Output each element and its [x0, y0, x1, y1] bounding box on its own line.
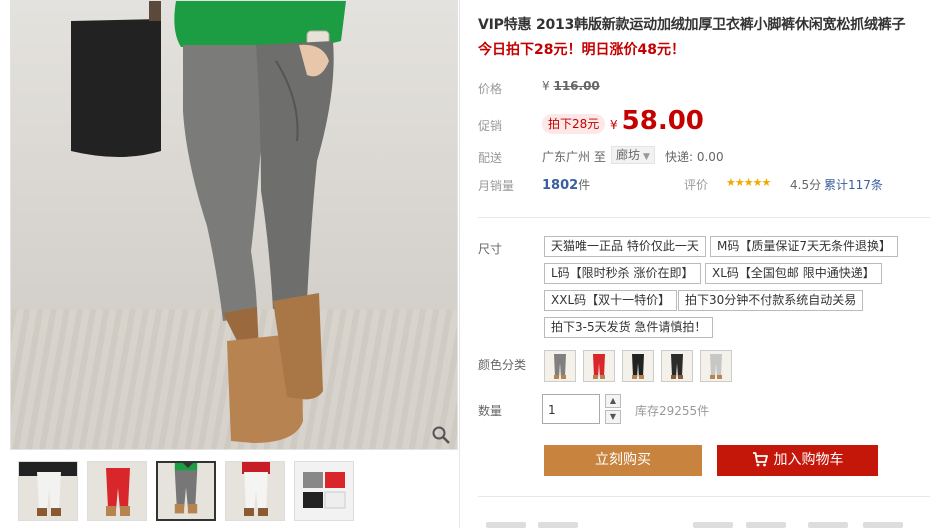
size-option[interactable]: L码【限时秒杀 涨价在即】: [544, 263, 701, 284]
section-divider: [478, 217, 930, 218]
quantity-decrement-button[interactable]: ▼: [605, 410, 621, 424]
quantity-label: 数量: [478, 404, 503, 418]
shipping-origin: 广东广州 至: [542, 150, 606, 164]
add-to-cart-button[interactable]: 加入购物车: [717, 445, 878, 476]
product-gallery: [10, 0, 458, 528]
shipping-label: 配送: [478, 151, 503, 165]
monthly-sales-count: 1802: [542, 178, 579, 193]
color-label: 颜色分类: [478, 358, 527, 372]
monthly-sales-label: 月销量: [478, 179, 515, 193]
size-label: 尺寸: [478, 242, 503, 256]
color-swatch-red[interactable]: [583, 350, 615, 382]
thumbnail-white-pants[interactable]: [18, 461, 78, 521]
stock-count: 库存29255件: [635, 404, 710, 418]
promo-headline: 今日拍下28元！明日涨价48元！: [478, 42, 685, 58]
color-swatch-black[interactable]: [622, 350, 654, 382]
original-price: ¥ 116.00: [542, 79, 600, 93]
rating-stars-icon: ★★★★★: [726, 176, 771, 189]
product-title: VIP特惠 2013韩版新款运动加绒加厚卫衣裤小脚裤休闲宽松抓绒裤子: [478, 17, 906, 33]
color-swatch-grey[interactable]: [544, 350, 576, 382]
review-count-link[interactable]: 累计117条: [824, 176, 883, 193]
promotion-price: ¥58.00: [610, 106, 704, 136]
shipping-destination-select[interactable]: 廊坊 ▼: [611, 146, 655, 164]
rating-score: 4.5分: [790, 178, 822, 192]
chevron-down-icon: ▼: [643, 152, 650, 162]
promotion-price-currency: ¥: [610, 118, 618, 132]
original-price-currency: ¥: [542, 79, 550, 93]
shipping-fee: 快递: 0.00: [665, 150, 724, 164]
size-option[interactable]: XL码【全国包邮 限中通快递】: [705, 263, 882, 284]
shipping-destination-value: 廊坊: [616, 148, 641, 162]
product-info-panel: VIP特惠 2013韩版新款运动加绒加厚卫衣裤小脚裤休闲宽松抓绒裤子 今日拍下2…: [478, 0, 930, 528]
promotion-tag: 拍下28元: [542, 114, 606, 134]
size-option[interactable]: XXL码【双十一特价】: [544, 290, 678, 311]
promotion-price-value: 58.00: [621, 106, 704, 136]
size-option[interactable]: M码【质量保证7天无条件退换】: [710, 236, 898, 257]
monthly-sales: 1802件: [542, 176, 590, 193]
price-label: 价格: [478, 82, 503, 96]
buy-now-button[interactable]: 立刻购买: [544, 445, 702, 476]
size-option[interactable]: 拍下30分钟不付款系统自动关易: [678, 290, 864, 311]
size-option[interactable]: 拍下3-5天发货 急件请慎拍！: [544, 317, 714, 338]
section-divider-bottom: [478, 496, 930, 497]
thumbnail-strip: [10, 461, 458, 523]
product-photo-illustration: [71, 1, 346, 443]
thumbnail-active-caret: [182, 463, 194, 468]
quantity-input[interactable]: 1: [542, 394, 600, 424]
cut-off-bottom-row: [478, 516, 930, 528]
quantity-increment-button[interactable]: ▲: [605, 394, 621, 408]
thumbnail-folded-pants[interactable]: [294, 461, 354, 521]
cart-icon: [752, 452, 768, 467]
promotion-label: 促销: [478, 119, 503, 133]
thumbnail-white-pants-2[interactable]: [225, 461, 285, 521]
rating-label: 评价: [684, 178, 709, 192]
color-swatch-light-grey[interactable]: [700, 350, 732, 382]
original-price-value: 116.00: [553, 79, 600, 93]
thumbnail-grey-pants[interactable]: [156, 461, 216, 521]
thumbnail-red-pants[interactable]: [87, 461, 147, 521]
monthly-sales-unit: 件: [578, 178, 591, 192]
color-swatch-black-2[interactable]: [661, 350, 693, 382]
add-to-cart-label: 加入购物车: [773, 452, 844, 468]
size-option[interactable]: 天猫唯一正品 特价仅此一天: [544, 236, 706, 257]
column-divider: [459, 0, 460, 528]
main-product-photo[interactable]: [10, 0, 458, 450]
zoom-icon[interactable]: [431, 425, 451, 445]
